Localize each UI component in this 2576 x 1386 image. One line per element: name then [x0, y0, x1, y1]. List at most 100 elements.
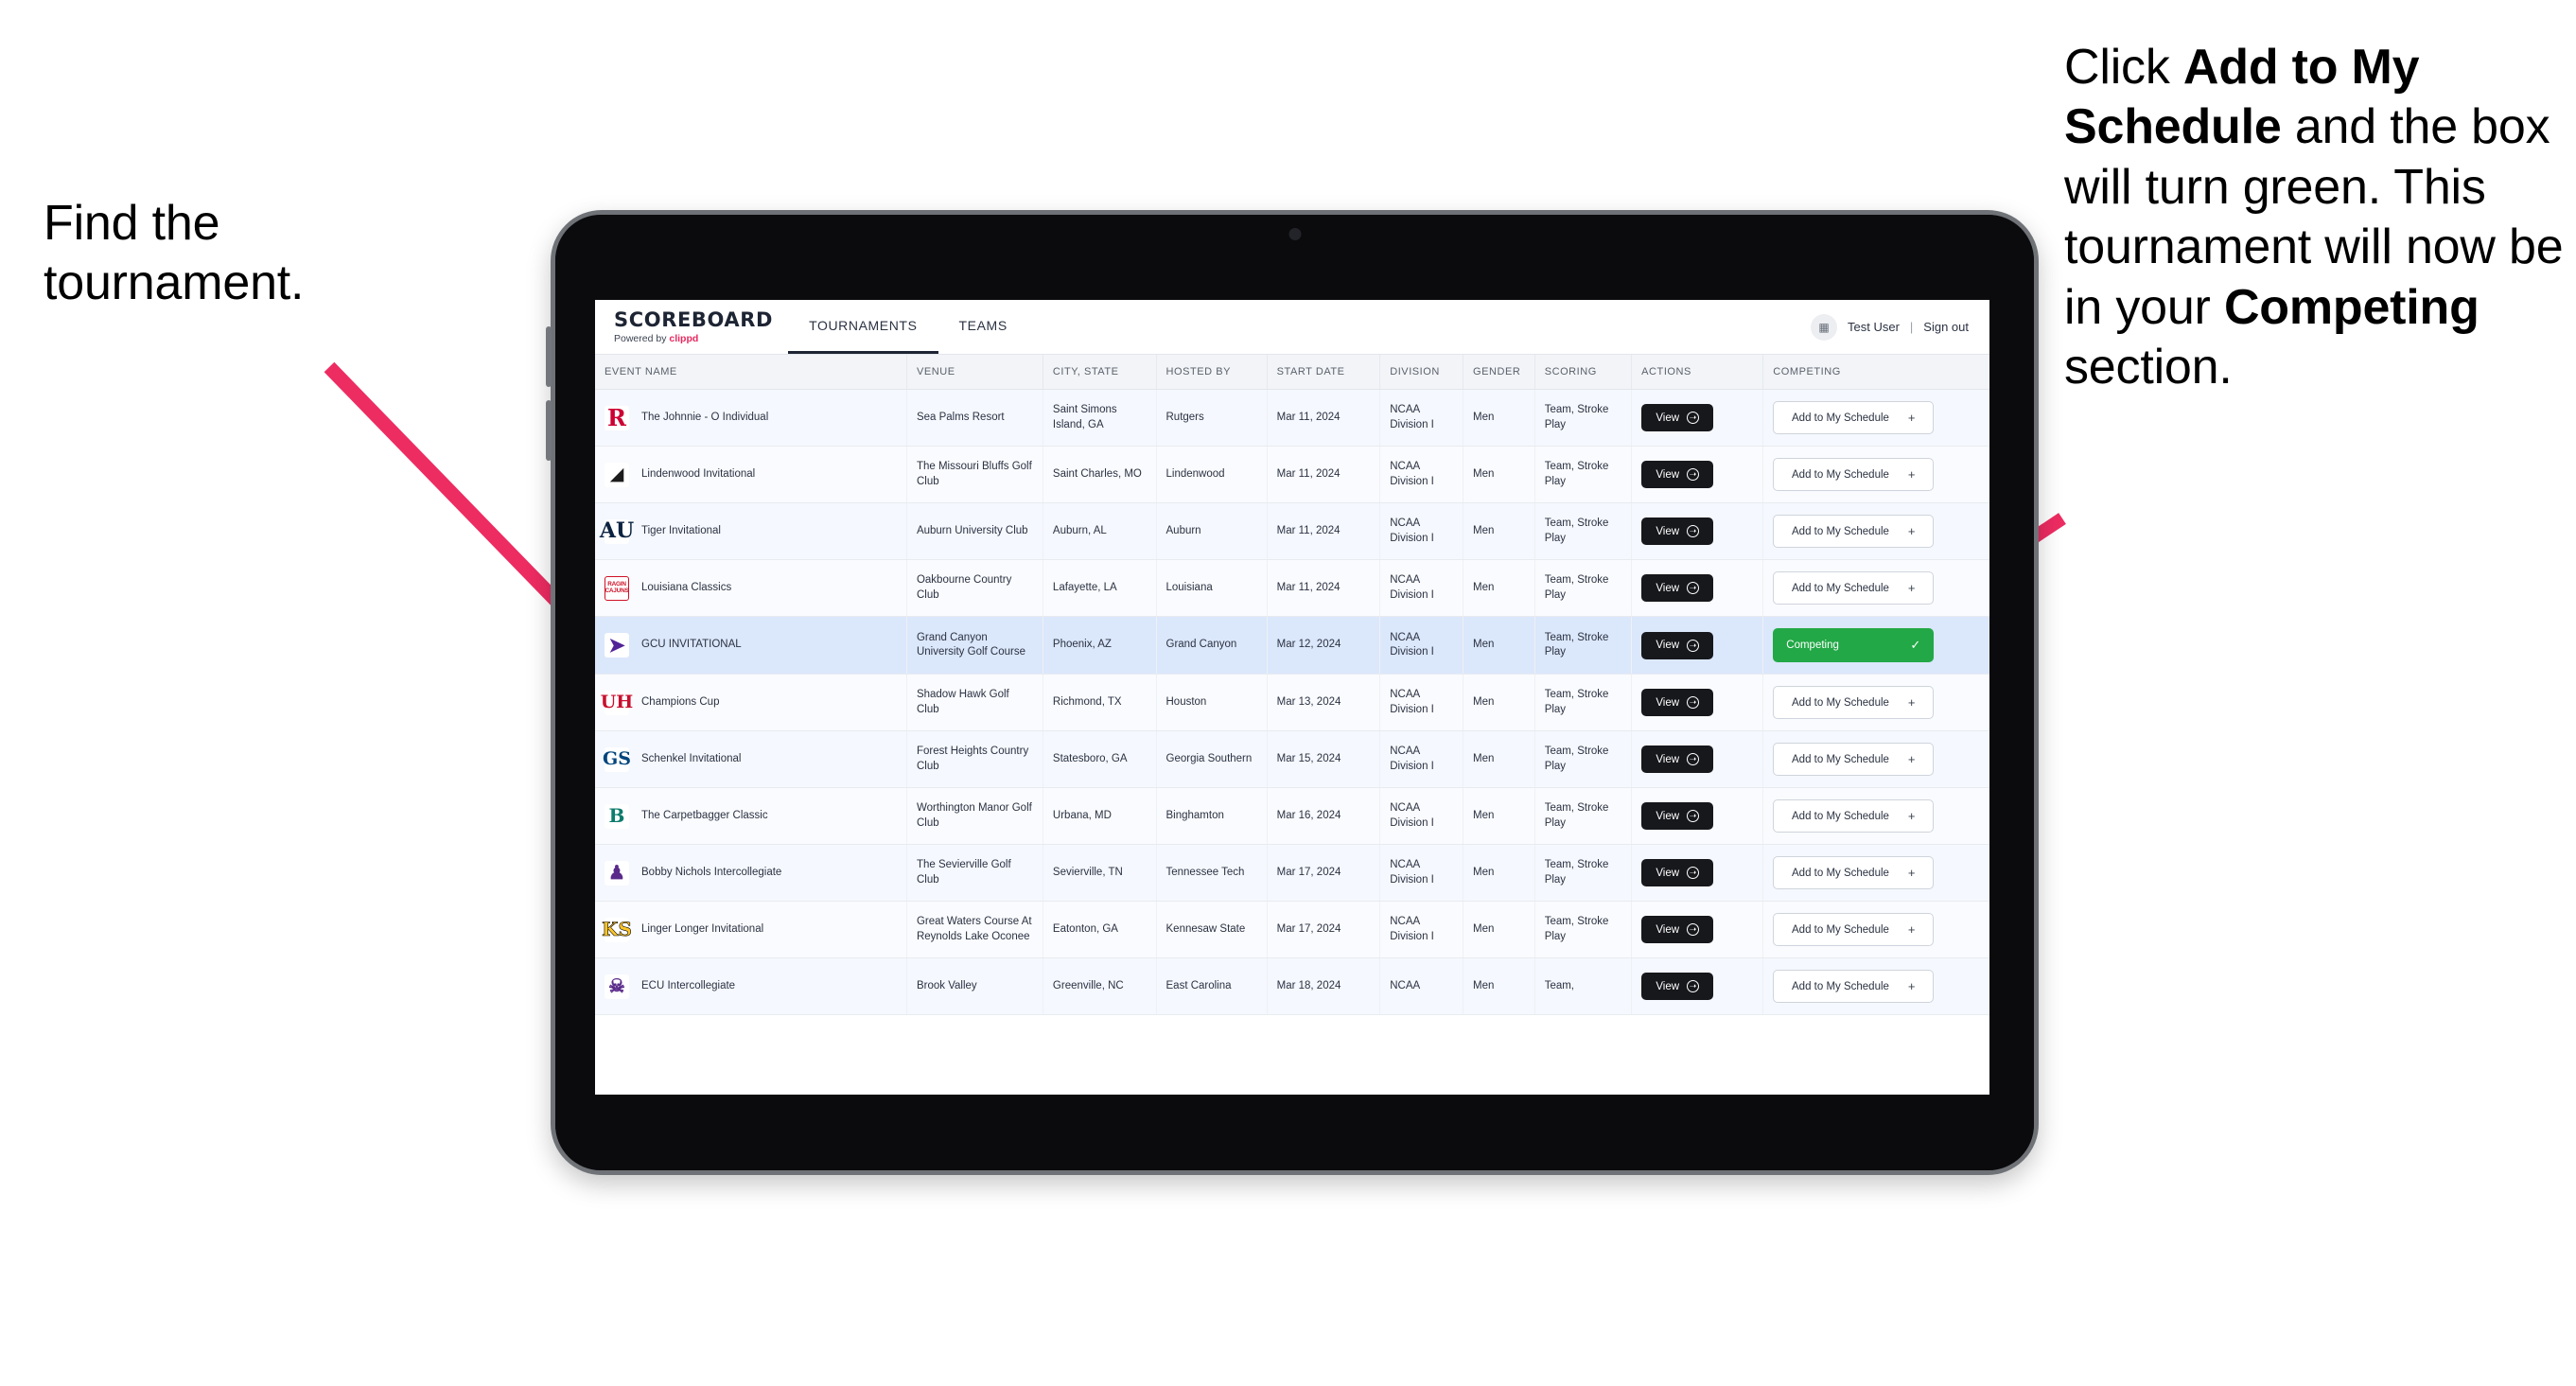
add-to-my-schedule-button[interactable]: Add to My Schedule +: [1773, 799, 1935, 833]
powered-by-label: Powered by: [614, 332, 670, 344]
arrow-right-circle-icon: ➝: [1687, 923, 1700, 936]
table-row[interactable]: KS Linger Longer Invitational Great Wate…: [595, 901, 1989, 958]
add-to-my-schedule-label: Add to My Schedule: [1792, 753, 1889, 765]
cell-competing: Add to My Schedule +: [1762, 957, 1989, 1015]
add-to-my-schedule-label: Add to My Schedule: [1792, 923, 1889, 936]
arrow-right-circle-icon: ➝: [1687, 980, 1700, 992]
add-to-my-schedule-button[interactable]: Add to My Schedule +: [1773, 743, 1935, 776]
brand-logo[interactable]: SCOREBOARD Powered by clippd: [595, 300, 788, 354]
cell-gender: Men: [1463, 844, 1535, 902]
view-button[interactable]: View ➝: [1641, 631, 1714, 659]
view-button[interactable]: View ➝: [1641, 461, 1714, 488]
cell-event-name: GS Schenkel Invitational: [595, 730, 907, 788]
cell-hosted-by: Tennessee Tech: [1156, 844, 1268, 902]
houston-cougars-logo: UH: [601, 690, 633, 715]
cell-city-state: Lafayette, LA: [1043, 559, 1157, 617]
view-button[interactable]: View ➝: [1641, 404, 1714, 431]
tournaments-table-scroll[interactable]: EVENT NAME VENUE CITY, STATE HOSTED BY S…: [595, 355, 1989, 1095]
cell-hosted-by: Kennesaw State: [1156, 901, 1268, 958]
table-row[interactable]: ☠ ECU Intercollegiate Brook Valley Green…: [595, 957, 1989, 1015]
view-button[interactable]: View ➝: [1641, 916, 1714, 943]
tab-tournaments-label: TOURNAMENTS: [809, 318, 918, 333]
cell-competing: Add to My Schedule +: [1762, 844, 1989, 902]
add-to-my-schedule-button[interactable]: Add to My Schedule +: [1773, 856, 1935, 889]
column-header-division[interactable]: DIVISION: [1379, 355, 1464, 390]
tennessee-tech-logo: ♟: [605, 860, 629, 886]
cell-division: NCAA Division I: [1379, 616, 1464, 675]
add-to-my-schedule-button[interactable]: Add to My Schedule +: [1773, 913, 1935, 946]
table-row[interactable]: RAGIN CAJUNS Louisiana Classics Oakbourne…: [595, 559, 1989, 617]
add-to-my-schedule-button[interactable]: Add to My Schedule +: [1773, 571, 1935, 605]
table-row[interactable]: ♟ Bobby Nichols Intercollegiate The Sevi…: [595, 844, 1989, 902]
column-header-event-name[interactable]: EVENT NAME: [595, 355, 907, 390]
view-label: View: [1656, 525, 1680, 537]
view-label: View: [1656, 468, 1680, 481]
cell-gender: Men: [1463, 389, 1535, 447]
column-header-hosted-by[interactable]: HOSTED BY: [1156, 355, 1268, 390]
volume-up-button[interactable]: [546, 326, 552, 387]
column-header-city-state[interactable]: CITY, STATE: [1043, 355, 1157, 390]
cell-actions: View ➝: [1631, 730, 1764, 788]
view-button[interactable]: View ➝: [1641, 802, 1714, 830]
cell-competing: Add to My Schedule +: [1762, 674, 1989, 731]
table-row[interactable]: UH Champions Cup Shadow Hawk Golf Club R…: [595, 674, 1989, 731]
add-to-my-schedule-button[interactable]: Add to My Schedule +: [1773, 970, 1935, 1003]
cell-venue: Forest Heights Country Club: [906, 730, 1043, 788]
tab-teams[interactable]: TEAMS: [938, 300, 1028, 354]
view-button[interactable]: View ➝: [1641, 973, 1714, 1000]
table-row[interactable]: GS Schenkel Invitational Forest Heights …: [595, 730, 1989, 788]
cell-start-date: Mar 11, 2024: [1267, 446, 1381, 503]
view-button[interactable]: View ➝: [1641, 859, 1714, 886]
cell-hosted-by: Auburn: [1156, 502, 1268, 560]
kennesaw-state-owls-logo: KS: [602, 917, 632, 942]
tab-tournaments[interactable]: TOURNAMENTS: [788, 300, 938, 354]
add-to-my-schedule-label: Add to My Schedule: [1792, 582, 1889, 594]
add-to-my-schedule-button[interactable]: Add to My Schedule +: [1773, 515, 1935, 548]
cell-event-name: RAGIN CAJUNS Louisiana Classics: [595, 559, 907, 617]
table-row[interactable]: B The Carpetbagger Classic Worthington M…: [595, 787, 1989, 845]
tournaments-table: EVENT NAME VENUE CITY, STATE HOSTED BY S…: [595, 355, 1989, 1015]
competing-button[interactable]: Competing ✓: [1773, 628, 1935, 662]
table-row[interactable]: ➤ GCU INVITATIONAL Grand Canyon Universi…: [595, 616, 1989, 675]
cell-competing: Add to My Schedule +: [1762, 787, 1989, 845]
cell-scoring: Team, Stroke Play: [1534, 901, 1633, 958]
view-button[interactable]: View ➝: [1641, 746, 1714, 773]
volume-down-button[interactable]: [546, 400, 552, 461]
cell-competing: Add to My Schedule +: [1762, 502, 1989, 560]
cell-gender: Men: [1463, 730, 1535, 788]
east-carolina-pirates-logo: ☠: [605, 974, 629, 999]
cell-division: NCAA Division I: [1379, 674, 1464, 731]
view-button[interactable]: View ➝: [1641, 689, 1714, 716]
competing-label: Competing: [1786, 640, 1839, 651]
add-to-my-schedule-button[interactable]: Add to My Schedule +: [1773, 686, 1935, 719]
add-to-my-schedule-button[interactable]: Add to My Schedule +: [1773, 401, 1935, 434]
column-header-venue[interactable]: VENUE: [906, 355, 1043, 390]
user-avatar-icon[interactable]: ▦: [1811, 313, 1837, 341]
arrow-right-circle-icon: ➝: [1687, 468, 1700, 481]
cell-hosted-by: Binghamton: [1156, 787, 1268, 845]
add-to-my-schedule-button[interactable]: Add to My Schedule +: [1773, 458, 1935, 491]
cell-city-state: Auburn, AL: [1043, 502, 1157, 560]
cell-venue: Brook Valley: [906, 957, 1043, 1015]
cell-venue: Auburn University Club: [906, 502, 1043, 560]
table-header-row: EVENT NAME VENUE CITY, STATE HOSTED BY S…: [595, 355, 1989, 390]
table-row[interactable]: ◢ Lindenwood Invitational The Missouri B…: [595, 446, 1989, 503]
view-button[interactable]: View ➝: [1641, 518, 1714, 545]
arrow-right-circle-icon: ➝: [1687, 639, 1700, 652]
plus-icon: +: [1907, 866, 1916, 880]
view-label: View: [1656, 810, 1680, 822]
table-row[interactable]: R The Johnnie - O Individual Sea Palms R…: [595, 389, 1989, 447]
sign-out-link[interactable]: Sign out: [1923, 320, 1969, 334]
cell-start-date: Mar 11, 2024: [1267, 389, 1381, 447]
cell-competing: Add to My Schedule +: [1762, 901, 1989, 958]
event-name-label: Tiger Invitational: [641, 524, 721, 536]
column-header-gender[interactable]: GENDER: [1463, 355, 1535, 390]
cell-actions: View ➝: [1631, 901, 1764, 958]
cell-scoring: Team, Stroke Play: [1534, 674, 1633, 731]
cell-scoring: Team, Stroke Play: [1534, 389, 1633, 447]
table-row[interactable]: AU Tiger Invitational Auburn University …: [595, 502, 1989, 560]
column-header-start-date[interactable]: START DATE: [1267, 355, 1381, 390]
view-button[interactable]: View ➝: [1641, 574, 1714, 602]
cell-gender: Men: [1463, 957, 1535, 1015]
column-header-scoring[interactable]: SCORING: [1534, 355, 1633, 390]
